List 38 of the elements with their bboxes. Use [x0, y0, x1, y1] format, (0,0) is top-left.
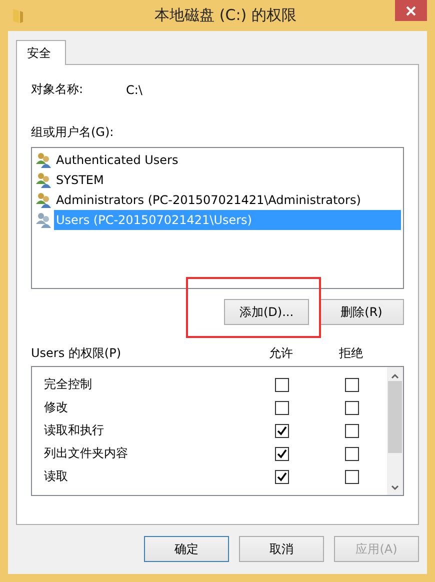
users-icon [36, 212, 52, 228]
close-button[interactable] [395, 0, 427, 21]
checkbox[interactable] [345, 424, 359, 438]
window-title: 本地磁盘 (C:) 的权限 [154, 6, 296, 25]
checkbox[interactable] [345, 378, 359, 392]
list-item[interactable]: Administrators (PC-201507021421\Administrators) [54, 190, 363, 210]
cancel-button[interactable]: 取消 [239, 536, 324, 562]
tab[interactable]: 安全 [16, 40, 66, 65]
checkbox[interactable] [345, 400, 359, 414]
column-header: 拒绝 [338, 345, 364, 362]
scrollbar[interactable] [387, 367, 403, 495]
checkbox[interactable] [345, 470, 359, 484]
list-label: Users 的权限(P) [31, 345, 122, 362]
checkbox[interactable] [275, 470, 289, 484]
list-label: 组或用户名(G): [31, 124, 114, 141]
permission-name: 列出文件夹内容 [43, 445, 129, 462]
users-icon [36, 152, 52, 168]
list-item[interactable]: SYSTEM [54, 170, 106, 190]
ok-button[interactable]: 确定 [144, 536, 229, 562]
users-icon [36, 172, 52, 188]
checkbox[interactable] [275, 446, 289, 460]
close-icon [406, 6, 416, 16]
users-icon [36, 192, 52, 208]
list-item[interactable]: Authenticated Users [54, 150, 180, 170]
permission-name: 读取 [43, 468, 69, 485]
checkbox[interactable] [275, 424, 289, 438]
checkbox[interactable] [275, 378, 289, 392]
permission-name: 读取和执行 [43, 422, 105, 439]
folder-icon [12, 8, 24, 24]
checkbox[interactable] [275, 400, 289, 414]
remove-button[interactable]: 删除(R) [319, 299, 404, 325]
column-header: 允许 [268, 345, 294, 362]
object-name: C:\ [126, 82, 142, 96]
field-label: 对象名称: [31, 81, 84, 98]
add-button[interactable]: 添加(D)... [224, 299, 309, 325]
permission-name: 修改 [43, 399, 69, 416]
checkbox[interactable] [345, 446, 359, 460]
permission-name: 完全控制 [43, 376, 93, 393]
